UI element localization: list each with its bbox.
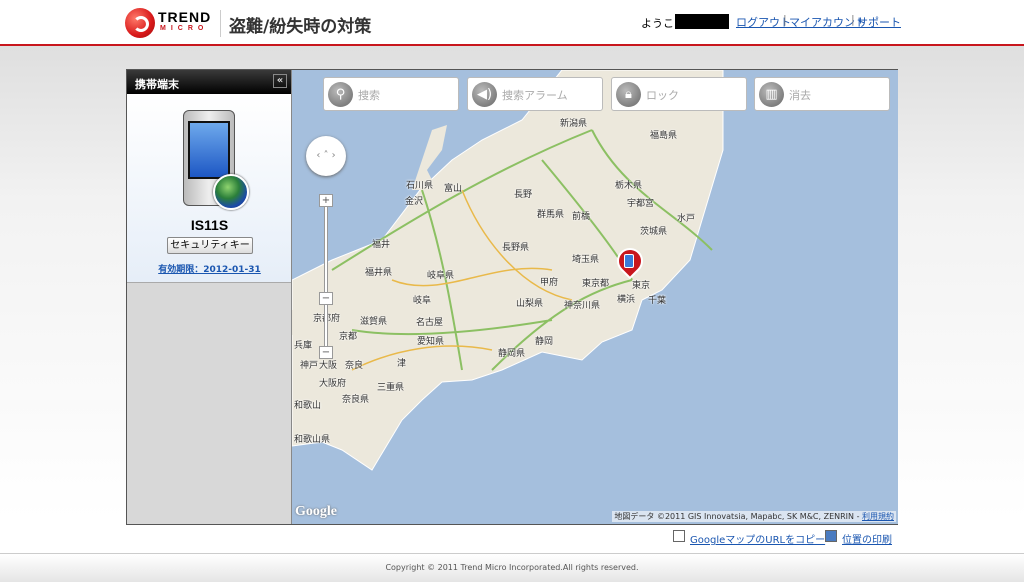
trend-micro-logo-icon: [125, 8, 155, 38]
zoom-in-button[interactable]: +: [319, 194, 333, 207]
map-place-label: 栃木県: [615, 181, 643, 191]
sidebar-title: 携帯端末: [135, 78, 179, 91]
google-logo: Google: [295, 504, 337, 519]
main-panel: 携帯端末 « IS11S セキュリティキー 有効期限：2012-01-31 新潟…: [126, 69, 898, 525]
sidebar-header: 携帯端末 «: [127, 70, 291, 94]
expiry-link[interactable]: 有効期限：2012-01-31: [127, 262, 292, 275]
map-place-label: 和歌山県: [294, 435, 331, 445]
map-place-label: 石川県: [406, 181, 434, 191]
map-place-label: 京都: [339, 332, 358, 342]
map-place-label: 名古屋: [416, 318, 444, 328]
map-place-label: 津: [397, 359, 407, 369]
map-place-label: 奈良県: [342, 395, 370, 405]
divider: [220, 10, 221, 37]
map-place-label: 甲府: [540, 278, 559, 288]
printer-icon: [825, 530, 837, 542]
footer: Copyright © 2011 Trend Micro Incorporate…: [0, 553, 1024, 582]
redacted-username: [675, 14, 729, 29]
map-place-label: 兵庫: [294, 341, 313, 351]
lock-button[interactable]: 🔒︎ ロック: [611, 77, 747, 111]
map-place-label: 奈良: [345, 361, 364, 371]
brand-name: TREND: [158, 9, 212, 25]
map-place-label: 富山: [444, 184, 463, 194]
copy-icon: [673, 530, 685, 542]
copy-map-url-link[interactable]: GoogleマップのURLをコピー: [690, 531, 825, 546]
map-place-label: 群馬県: [537, 210, 565, 220]
zoom-slider[interactable]: [324, 194, 328, 354]
button-label: 捜索アラーム: [502, 89, 568, 102]
globe-icon: [213, 174, 249, 210]
map-place-label: 長野県: [502, 243, 530, 253]
brand-subname: MICRO: [160, 25, 209, 32]
map-place-label: 静岡: [535, 337, 554, 347]
print-location-link[interactable]: 位置の印刷: [842, 531, 892, 546]
map-place-label: 神戸: [300, 361, 319, 371]
map-place-label: 岐阜: [413, 296, 432, 306]
zoom-out-button[interactable]: −: [319, 346, 333, 359]
button-label: 捜索: [358, 89, 380, 102]
map-place-label: 水戸: [677, 214, 696, 224]
map[interactable]: 新潟県福島県栃木県 石川県 富山金沢 長野 群馬県 前橋 宇都宮茨城県 水戸福井 長野県埼玉県福…: [292, 70, 898, 524]
map-place-label: 茨城県: [640, 227, 668, 237]
map-place-label: 横浜: [617, 295, 636, 305]
map-place-label: 千葉: [648, 296, 667, 306]
security-key-button[interactable]: セキュリティキー: [167, 237, 253, 254]
device-sidebar: 携帯端末 « IS11S セキュリティキー 有効期限：2012-01-31: [127, 70, 292, 524]
map-place-label: 金沢: [405, 197, 424, 207]
map-place-label: 宇都宮: [627, 199, 655, 209]
device-item[interactable]: IS11S セキュリティキー 有効期限：2012-01-31: [127, 94, 291, 283]
link-separator: |: [783, 13, 787, 26]
button-label: 消去: [789, 89, 811, 102]
map-place-label: 山梨県: [516, 299, 544, 309]
device-name: IS11S: [190, 217, 229, 233]
map-attribution: 地図データ ©2011 GIS Innovatsia, Mapabc, SK M…: [612, 511, 896, 522]
map-place-label: 長野: [514, 190, 533, 200]
button-label: ロック: [646, 89, 679, 102]
phone-marker-icon: [624, 254, 634, 268]
terms-link[interactable]: 利用規約: [862, 512, 894, 521]
alarm-button[interactable]: ◀) 捜索アラーム: [467, 77, 603, 111]
speaker-icon: ◀): [472, 82, 497, 107]
map-place-label: 新潟県: [560, 119, 588, 129]
pan-control[interactable]: ‹ ˄ ›: [306, 136, 346, 176]
location-pin-icon: ⚲: [328, 82, 353, 107]
map-land: [292, 70, 724, 471]
map-place-label: 東京都: [582, 279, 610, 289]
map-place-label: 和歌山: [294, 401, 322, 411]
zoom-handle[interactable]: −: [319, 292, 333, 305]
map-place-label: 福井県: [365, 268, 393, 278]
lock-icon: 🔒︎: [616, 82, 641, 107]
map-place-label: 神奈川県: [564, 301, 601, 311]
link-separator: |: [851, 13, 855, 26]
trash-icon: ▥: [759, 82, 784, 107]
wipe-button[interactable]: ▥ 消去: [754, 77, 890, 111]
map-place-label: 三重県: [377, 383, 405, 393]
map-place-label: 埼玉県: [572, 255, 600, 265]
map-place-label: 福井: [372, 240, 391, 250]
map-place-label: 東京: [632, 281, 651, 291]
map-place-label: 大阪: [319, 361, 338, 371]
map-place-label: 静岡県: [498, 349, 526, 359]
map-place-label: 愛知県: [417, 337, 445, 347]
map-place-label: 大阪府: [319, 379, 347, 389]
map-place-label: 福島県: [650, 131, 678, 141]
map-place-label: 前橋: [572, 212, 591, 222]
map-place-label: 岐阜県: [427, 271, 455, 281]
page-title: 盗難/紛失時の対策: [229, 17, 372, 37]
map-place-label: 滋賀県: [360, 317, 388, 327]
header: TREND MICRO 盗難/紛失時の対策 ようこそ ログアウト | マイアカウ…: [0, 0, 1024, 46]
locate-button[interactable]: ⚲ 捜索: [323, 77, 459, 111]
collapse-sidebar-button[interactable]: «: [273, 74, 287, 88]
support-link[interactable]: サポート: [857, 14, 901, 30]
